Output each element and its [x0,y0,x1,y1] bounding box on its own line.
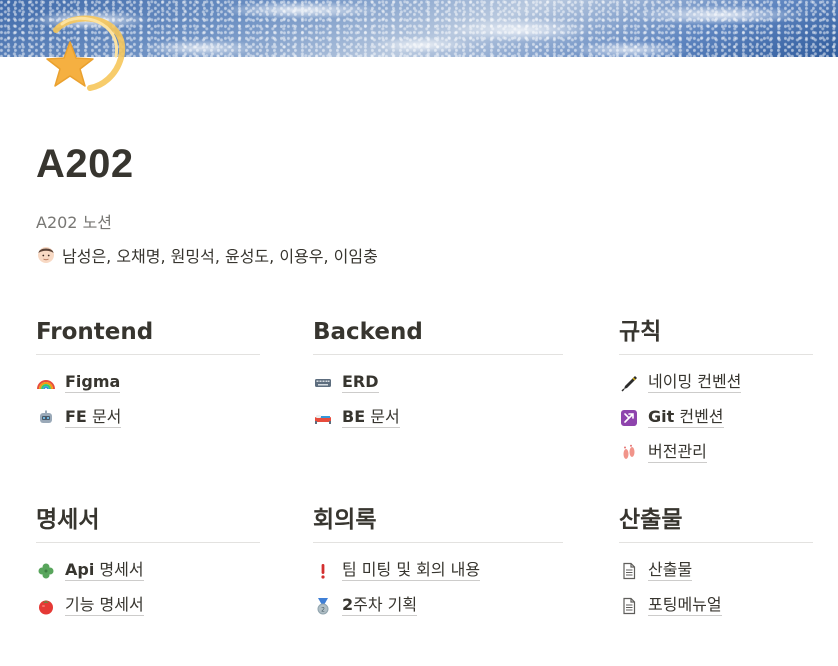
section-heading: 규칙 [619,314,813,355]
link-version-control[interactable]: 버전관리 [619,435,813,470]
link-erd[interactable]: ERD [313,365,563,400]
document-icon [619,561,639,581]
medal-icon: 2 [313,596,333,616]
clover-icon [36,561,56,581]
document-icon [619,596,639,616]
link-week2-plan[interactable]: 2 2주차 기획 [313,588,563,623]
link-label: 기능 명세서 [65,595,144,614]
link-label: ERD [342,372,379,391]
link-label: 산출물 [648,560,693,579]
page-title: A202 [36,142,134,186]
link-figma[interactable]: Figma [36,365,260,400]
link-label: 문서 [91,407,122,426]
link-api-spec[interactable]: Api 명세서 [36,553,260,588]
members-text: 남성은, 오채명, 원밍석, 윤성도, 이용우, 이임충 [62,247,378,266]
link-label: 팀 미팅 및 회의 내용 [342,560,481,579]
robot-icon [36,408,56,428]
exclamation-icon [313,561,333,581]
members-line: 남성은, 오채명, 원밍석, 윤성도, 이용우, 이임충 [36,243,378,267]
link-label-bold: 2 [342,595,354,614]
footprints-icon [619,443,639,463]
link-naming-convention[interactable]: 네이밍 컨벤션 [619,365,813,400]
section-heading: 산출물 [619,502,813,543]
link-deliverables[interactable]: 산출물 [619,553,813,588]
merge-icon [619,408,639,428]
link-label-bold: BE [342,407,366,426]
page-subtitle: A202 노션 [36,213,113,232]
section-frontend: Frontend Figma FE 문서 [36,314,260,435]
shooting-star-icon[interactable] [36,8,128,96]
link-label-bold: FE [65,407,87,426]
section-heading: Frontend [36,314,260,355]
link-label: Figma [65,372,121,391]
link-label: 주차 기획 [353,595,418,614]
rainbow-icon [36,373,56,393]
link-team-meeting[interactable]: 팀 미팅 및 회의 내용 [313,553,563,588]
keyboard-icon [313,373,333,393]
section-heading: Backend [313,314,563,355]
link-be-docs[interactable]: BE 문서 [313,400,563,435]
section-rules: 규칙 네이밍 컨벤션 Git 컨벤션 버전관리 [619,314,813,470]
person-icon [38,247,54,263]
section-minutes: 회의록 팀 미팅 및 회의 내용 2 2주차 기획 [313,502,563,623]
link-label: 포팅메뉴얼 [648,595,722,614]
pen-icon [619,373,639,393]
section-heading: 명세서 [36,502,260,543]
section-backend: Backend ERD BE 문서 [313,314,563,435]
link-label-bold: Git [648,407,675,426]
section-heading: 회의록 [313,502,563,543]
section-deliverables: 산출물 산출물 포팅메뉴얼 [619,502,813,623]
link-porting-manual[interactable]: 포팅메뉴얼 [619,588,813,623]
link-git-convention[interactable]: Git 컨벤션 [619,400,813,435]
link-label: 문서 [370,407,400,426]
tomato-icon [36,596,56,616]
bed-icon [313,408,333,428]
section-spec: 명세서 Api 명세서 기능 명세서 [36,502,260,623]
link-feature-spec[interactable]: 기능 명세서 [36,588,260,623]
link-label-bold: Api [65,560,95,579]
link-label: 네이밍 컨벤션 [648,372,742,391]
link-label: 컨벤션 [679,407,724,426]
link-fe-docs[interactable]: FE 문서 [36,400,260,435]
svg-text:2: 2 [321,606,325,613]
link-label: 명세서 [99,560,144,579]
link-label: 버전관리 [648,442,707,461]
